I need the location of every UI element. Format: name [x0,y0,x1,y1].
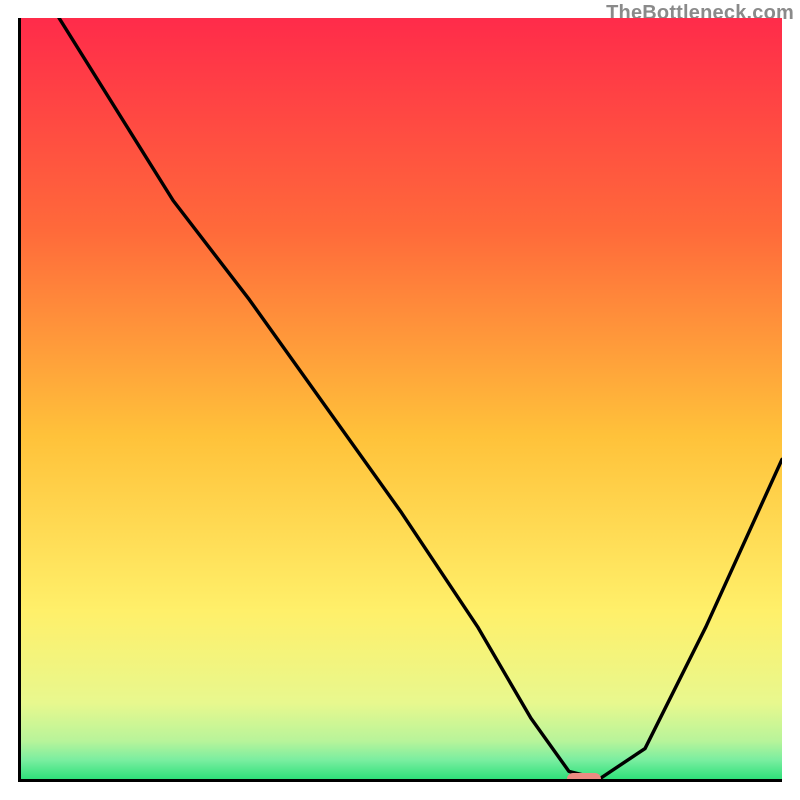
optimum-marker [567,773,601,782]
bottleneck-curve [21,18,782,779]
plot-area [18,18,782,782]
bottleneck-chart: TheBottleneck.com [0,0,800,800]
